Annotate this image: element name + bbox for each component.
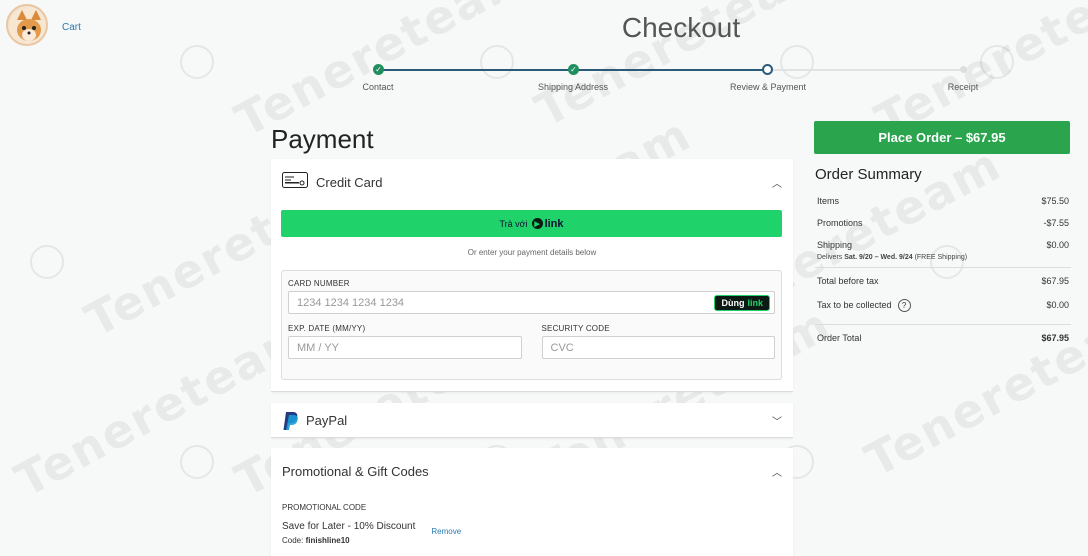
- security-code-input[interactable]: CVC: [541, 336, 775, 359]
- summary-row-items: Items $75.50: [815, 190, 1071, 212]
- before-tax-value: $67.95: [1041, 276, 1069, 286]
- step-current-icon: [762, 64, 773, 75]
- step-review-payment: Review & Payment: [729, 82, 807, 92]
- paypal-label: PayPal: [306, 413, 348, 428]
- pay-with-link-label: Trả với: [499, 218, 528, 229]
- chevron-up-icon[interactable]: ︿: [772, 464, 782, 479]
- deliver-prefix: Delivers: [817, 254, 843, 261]
- step-shipping-address[interactable]: Shipping Address: [538, 82, 608, 92]
- use-link-button[interactable]: Dùng link: [714, 294, 770, 311]
- link-logo-icon: ▶ link: [531, 217, 564, 230]
- shipping-label: Shipping: [817, 240, 853, 250]
- place-order-button[interactable]: Place Order – $67.95: [814, 121, 1070, 154]
- promo-code-prefix: Code:: [282, 536, 304, 545]
- credit-card-panel: Credit Card ︿ Trả với ▶ link Or enter you…: [271, 159, 793, 392]
- card-number-placeholder: 1234 1234 1234 1234: [297, 296, 405, 309]
- divider: [815, 324, 1071, 325]
- summary-row-promotions: Promotions -$7.55: [815, 212, 1071, 234]
- card-details-form: CARD NUMBER 1234 1234 1234 1234 Dùng link…: [281, 270, 782, 380]
- security-code-label: SECURITY CODE: [541, 324, 610, 333]
- order-total-value: $67.95: [1041, 333, 1069, 343]
- security-code-placeholder: CVC: [550, 341, 574, 354]
- progress-line-todo: [768, 69, 963, 71]
- card-number-label: CARD NUMBER: [288, 279, 350, 288]
- order-summary-title: Order Summary: [815, 166, 922, 183]
- link-brand-text: link: [544, 217, 564, 230]
- paypal-icon: [282, 411, 298, 431]
- delivery-estimate: Delivers Sat. 9/20 – Wed. 9/24 (FREE Shi…: [815, 254, 1071, 261]
- paypal-panel[interactable]: PayPal ﹀: [271, 403, 793, 438]
- promo-label: Promotional & Gift Codes: [282, 463, 429, 479]
- exp-date-input[interactable]: MM / YY: [288, 336, 522, 359]
- progress-line-done: [378, 69, 573, 71]
- promo-name: Save for Later - 10% Discount: [282, 521, 416, 532]
- order-total-label: Order Total: [817, 333, 862, 343]
- promo-code-heading: PROMOTIONAL CODE: [282, 503, 367, 512]
- credit-card-label: Credit Card: [316, 174, 383, 190]
- deliver-suffix: (FREE Shipping): [914, 254, 968, 261]
- promo-panel: Promotional & Gift Codes ︿ PROMOTIONAL C…: [271, 448, 793, 556]
- page-title: Checkout: [621, 12, 741, 43]
- summary-row-tax: Tax to be collected ? $0.00: [815, 292, 1071, 318]
- chevron-up-icon[interactable]: ︿: [772, 175, 782, 190]
- deliver-dates: Sat. 9/20 – Wed. 9/24: [844, 254, 913, 261]
- tax-value: $0.00: [1046, 300, 1069, 310]
- card-number-input[interactable]: 1234 1234 1234 1234 Dùng link: [288, 291, 775, 314]
- exp-date-label: EXP. DATE (MM/YY): [288, 324, 366, 333]
- payment-heading: Payment: [271, 124, 374, 154]
- chevron-down-icon[interactable]: ﹀: [772, 413, 782, 428]
- step-check-icon: ✓: [568, 64, 579, 75]
- step-pending-icon: [960, 66, 967, 73]
- promotions-value: -$7.55: [1043, 218, 1069, 228]
- step-check-icon: ✓: [373, 64, 384, 75]
- items-value: $75.50: [1041, 196, 1069, 206]
- items-label: Items: [817, 196, 840, 206]
- watermark-seal-icon: [30, 245, 64, 279]
- watermark-seal-icon: [180, 45, 214, 79]
- or-enter-details-text: Or enter your payment details below: [467, 248, 597, 257]
- order-summary: Items $75.50 Promotions -$7.55 Shipping …: [815, 190, 1071, 349]
- checkout-progress: ✓ Contact ✓ Shipping Address Review & Pa…: [330, 62, 996, 102]
- progress-line-done: [573, 69, 768, 71]
- remove-promo-link[interactable]: Remove: [431, 527, 461, 536]
- paypal-header[interactable]: PayPal ﹀: [271, 403, 793, 438]
- step-receipt: Receipt: [947, 82, 979, 92]
- shipping-value: $0.00: [1046, 240, 1069, 250]
- step-contact[interactable]: Contact: [362, 82, 393, 92]
- use-link-brand: link: [747, 297, 763, 308]
- promo-header[interactable]: Promotional & Gift Codes ︿: [271, 448, 793, 494]
- summary-row-shipping: Shipping $0.00: [815, 234, 1071, 256]
- pay-with-link-button[interactable]: Trả với ▶ link: [281, 210, 782, 237]
- help-icon[interactable]: ?: [897, 298, 911, 312]
- tax-label: Tax to be collected: [817, 300, 892, 310]
- summary-row-before-tax: Total before tax $67.95: [815, 270, 1071, 292]
- use-link-label: Dùng: [721, 297, 745, 308]
- summary-row-total: Order Total $67.95: [815, 327, 1071, 349]
- credit-card-header[interactable]: Credit Card ︿: [271, 159, 793, 205]
- divider: [815, 267, 1071, 268]
- promo-code-value: finishline10: [305, 536, 350, 545]
- watermark-seal-icon: [180, 445, 214, 479]
- promotions-label: Promotions: [817, 218, 863, 228]
- exp-date-placeholder: MM / YY: [297, 341, 339, 354]
- credit-card-icon: [282, 171, 308, 193]
- before-tax-label: Total before tax: [817, 276, 879, 286]
